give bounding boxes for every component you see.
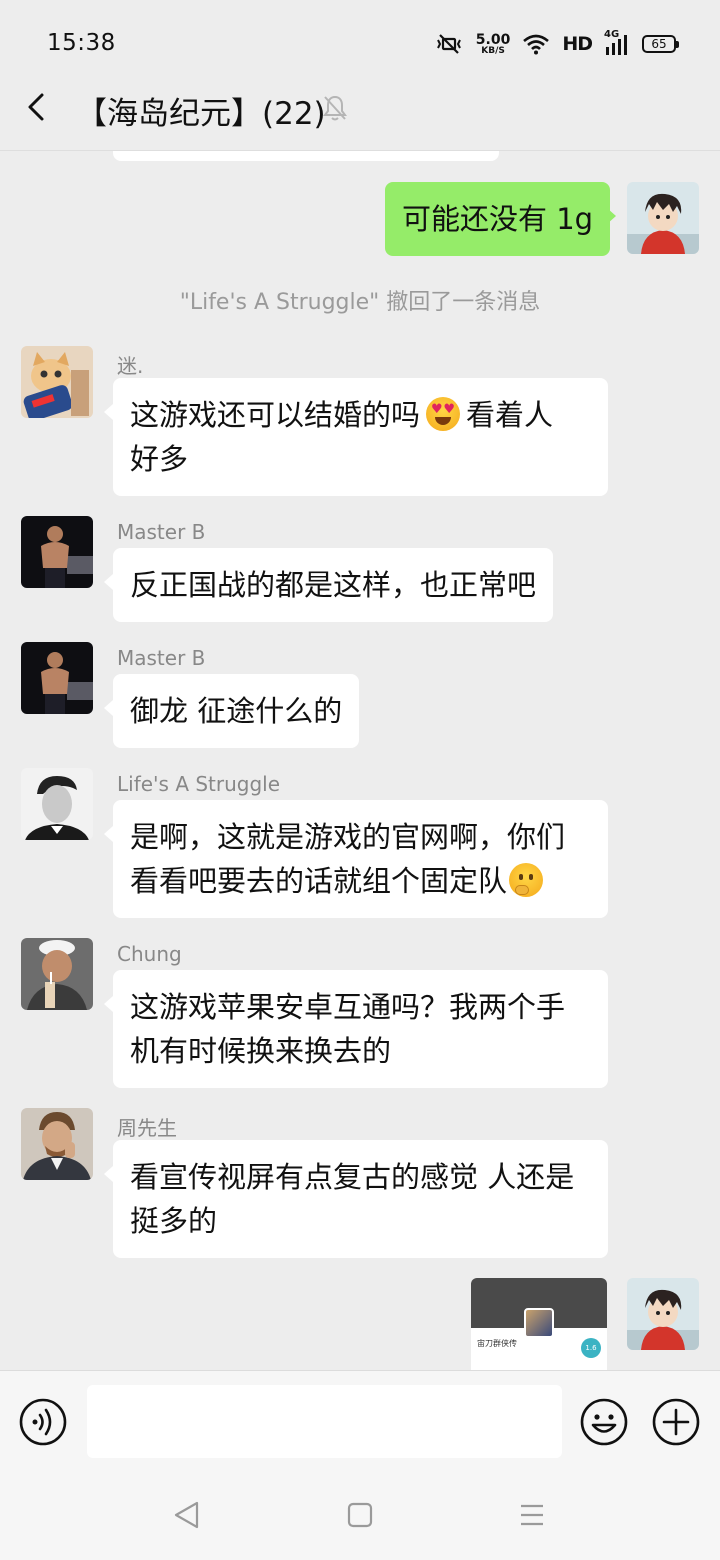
- bubble-tail: [104, 700, 113, 716]
- sender-name: Life's A Struggle: [117, 772, 281, 796]
- message-text: 挺多的: [130, 1204, 218, 1238]
- message-text: 反正国战的都是这样，也正常吧: [130, 568, 537, 602]
- message-bubble[interactable]: 看宣传视屏有点复古的感觉 人还是 挺多的: [113, 1140, 608, 1258]
- status-time: 15:38: [47, 30, 116, 56]
- system-navigation-bar: [0, 1470, 720, 1560]
- message-text: 看看吧要去的话就组个固定队: [130, 864, 508, 898]
- chat-header: 【海岛纪元】(22): [0, 84, 720, 150]
- thinking-face-emoji-icon: [509, 863, 544, 897]
- battery-icon: 65: [642, 35, 679, 53]
- hd-indicator: HD: [562, 33, 593, 55]
- back-icon[interactable]: [22, 92, 52, 122]
- chat-messages[interactable]: 可能还没有 1g "Life's A Struggle" 撤回了一条消息 迷. …: [0, 150, 720, 1370]
- nav-back-icon[interactable]: [172, 1500, 202, 1530]
- message-text: 御龙 征途什么的: [130, 694, 343, 728]
- message-bubble[interactable]: 御龙 征途什么的: [113, 674, 360, 748]
- heart-eyes-emoji-icon: [426, 397, 461, 431]
- message-bubble[interactable]: 这游戏还可以结婚的吗 看着人 好多: [113, 378, 608, 496]
- avatar-master-b[interactable]: [21, 642, 93, 714]
- message-bubble-partial[interactable]: [113, 151, 499, 161]
- sender-name: 周先生: [117, 1116, 177, 1140]
- mute-bell-icon: [323, 95, 347, 121]
- avatar-zhou[interactable]: [21, 1108, 93, 1180]
- message-text: 是啊，这就是游戏的官网啊，你们: [130, 820, 566, 854]
- message-bubble[interactable]: 这游戏苹果安卓互通吗？我两个手 机有时候换来换去的: [113, 970, 608, 1088]
- bubble-tail: [104, 826, 113, 842]
- avatar-master-b[interactable]: [21, 516, 93, 588]
- bubble-tail: [104, 996, 113, 1012]
- message-text: 好多: [130, 442, 189, 476]
- status-icons: 5.00 KB/S HD 4G 65: [434, 28, 679, 60]
- my-avatar[interactable]: [627, 1278, 699, 1350]
- nav-home-icon[interactable]: [346, 1500, 374, 1530]
- message-bubble[interactable]: 反正国战的都是这样，也正常吧: [113, 548, 554, 622]
- input-bar: [0, 1370, 720, 1470]
- wifi-icon: [523, 34, 550, 55]
- bubble-tail: [104, 404, 113, 420]
- sender-name: 迷.: [117, 354, 144, 378]
- my-avatar[interactable]: [627, 182, 699, 254]
- avatar-chung[interactable]: [21, 938, 93, 1010]
- image-message-thumbnail[interactable]: 宙刀群侠传 1.6: [471, 1278, 607, 1370]
- thumbnail-app-icon: [524, 1308, 554, 1338]
- net-speed: 5.00 KB/S: [475, 31, 511, 56]
- message-text: 看着人: [466, 398, 554, 432]
- nav-menu-icon[interactable]: [518, 1500, 546, 1530]
- bubble-tail: [104, 574, 113, 590]
- message-text: 看宣传视屏有点复古的感觉 人还是: [130, 1160, 575, 1194]
- message-text: 这游戏还可以结婚的吗: [130, 398, 421, 432]
- thumbnail-badge: 1.6: [581, 1338, 601, 1358]
- avatar-lifes-a-struggle[interactable]: [21, 768, 93, 840]
- message-bubble[interactable]: 是啊，这就是游戏的官网啊，你们 看看吧要去的话就组个固定队: [113, 800, 608, 918]
- message-text: 这游戏苹果安卓互通吗？我两个手: [130, 990, 566, 1024]
- voice-input-icon[interactable]: [19, 1398, 67, 1446]
- vibrate-mute-icon: [436, 34, 461, 54]
- message-bubble[interactable]: 可能还没有 1g: [385, 182, 611, 256]
- message-text: 可能还没有 1g: [402, 202, 594, 236]
- message-input[interactable]: [87, 1385, 562, 1458]
- thumbnail-title: 宙刀群侠传: [477, 1339, 517, 1348]
- emoji-icon[interactable]: [580, 1398, 628, 1446]
- bubble-tail: [607, 208, 616, 224]
- chat-title[interactable]: 【海岛纪元】(22): [76, 88, 326, 133]
- message-text: 机有时候换来换去的: [130, 1034, 392, 1068]
- sender-name: Master B: [117, 646, 206, 670]
- add-more-icon[interactable]: [652, 1398, 700, 1446]
- status-bar: 15:38 5.00 KB/S HD 4G 65: [0, 0, 720, 84]
- bubble-tail: [104, 1166, 113, 1182]
- sender-name: Chung: [117, 942, 182, 966]
- sender-name: Master B: [117, 520, 206, 544]
- signal-icon: 4G: [604, 29, 630, 57]
- avatar-mi[interactable]: [21, 346, 93, 418]
- system-message: "Life's A Struggle" 撤回了一条消息: [179, 290, 541, 315]
